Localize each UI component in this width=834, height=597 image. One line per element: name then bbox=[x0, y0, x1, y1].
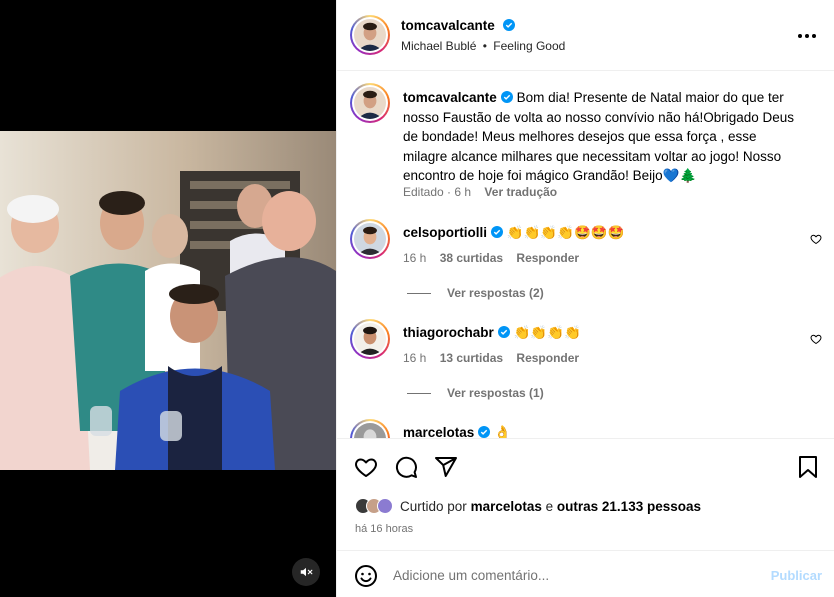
replies-divider bbox=[407, 292, 431, 294]
post-actions: Curtido por marcelotas e outras 21.133 p… bbox=[337, 438, 834, 550]
verified-badge-icon bbox=[497, 326, 510, 338]
post-side-panel: tomcavalcante Michael Bublé • Feeling Go… bbox=[336, 0, 834, 597]
post-timestamp[interactable]: há 16 horas bbox=[355, 523, 413, 535]
comment-reply-button[interactable]: Responder bbox=[516, 351, 579, 365]
liked-by-prefix: Curtido por bbox=[400, 498, 467, 514]
audio-separator: • bbox=[482, 39, 487, 53]
view-replies-button[interactable]: Ver respostas (2) bbox=[407, 286, 544, 300]
mute-toggle-button[interactable] bbox=[292, 558, 320, 586]
comments-list[interactable]: tomcavalcante Bom dia! Presente de Natal… bbox=[337, 72, 834, 438]
view-replies-button[interactable]: Ver respostas (1) bbox=[407, 386, 544, 400]
comment-likes-count[interactable]: 38 curtidas bbox=[440, 251, 503, 265]
comment-likes-count[interactable]: 13 curtidas bbox=[440, 351, 503, 365]
comment-avatar[interactable] bbox=[350, 319, 390, 359]
liked-by-user-link[interactable]: marcelotas bbox=[471, 499, 542, 514]
comment-username[interactable]: thiagorochabr bbox=[403, 325, 494, 340]
likers-avatars bbox=[355, 498, 393, 514]
comment-input[interactable] bbox=[393, 564, 743, 586]
caption-avatar[interactable] bbox=[350, 83, 390, 123]
comment-text: 👌 bbox=[494, 425, 511, 438]
comment-avatar[interactable] bbox=[350, 219, 390, 259]
emoji-picker-button[interactable] bbox=[353, 563, 379, 589]
comment-like-heart-icon[interactable] bbox=[810, 333, 822, 345]
caption-separator: · bbox=[447, 185, 452, 199]
caption-username[interactable]: tomcavalcante bbox=[403, 90, 497, 105]
caption-age: 6 h bbox=[454, 185, 472, 199]
liked-by-others-link[interactable]: outras 21.133 pessoas bbox=[557, 499, 701, 514]
more-horizontal-icon bbox=[798, 34, 816, 38]
replies-divider bbox=[407, 392, 431, 394]
comment-reply-button[interactable]: Responder bbox=[516, 251, 579, 265]
liker-avatar bbox=[377, 498, 393, 514]
comment-text: 👏👏👏👏 bbox=[513, 325, 581, 340]
verified-badge-icon bbox=[478, 426, 491, 438]
comment-row: celsoportiolli 👏👏👏👏🤩🤩🤩 bbox=[403, 223, 624, 243]
audio-track-link[interactable]: Feeling Good bbox=[493, 39, 565, 53]
post-photo bbox=[0, 131, 336, 470]
comment-row: thiagorochabr 👏👏👏👏 bbox=[403, 323, 581, 343]
verified-badge-icon bbox=[500, 91, 513, 103]
comment-avatar[interactable] bbox=[350, 419, 390, 438]
like-button[interactable] bbox=[353, 454, 379, 480]
comment-age: 16 h bbox=[403, 251, 427, 265]
comment-username[interactable]: celsoportiolli bbox=[403, 225, 487, 240]
speaker-muted-icon bbox=[300, 567, 313, 577]
heart-icon bbox=[355, 458, 377, 477]
share-button[interactable] bbox=[433, 454, 459, 480]
author-avatar[interactable] bbox=[350, 15, 390, 55]
comment-text: 👏👏👏👏🤩🤩🤩 bbox=[506, 225, 625, 240]
post-media[interactable] bbox=[0, 0, 336, 597]
audio-artist-link[interactable]: Michael Bublé bbox=[401, 39, 476, 53]
verified-badge-icon bbox=[491, 226, 504, 238]
see-translation-link[interactable]: Ver tradução bbox=[484, 185, 557, 199]
comment-composer: Publicar bbox=[337, 550, 834, 597]
likes-summary: Curtido por marcelotas e outras 21.133 p… bbox=[355, 498, 701, 514]
view-replies-label: Ver respostas (2) bbox=[447, 286, 544, 300]
save-button[interactable] bbox=[795, 454, 821, 480]
view-replies-label: Ver respostas (1) bbox=[447, 386, 544, 400]
instagram-post-dialog: tomcavalcante Michael Bublé • Feeling Go… bbox=[0, 0, 834, 597]
send-icon bbox=[435, 457, 457, 477]
comment-button[interactable] bbox=[393, 454, 419, 480]
liked-by-conjunction: e bbox=[545, 498, 554, 514]
verified-badge-icon bbox=[503, 19, 516, 31]
caption: tomcavalcante Bom dia! Presente de Natal… bbox=[403, 88, 803, 186]
more-options-button[interactable] bbox=[795, 26, 819, 46]
caption-edited-label: Editado bbox=[403, 185, 444, 199]
post-header: tomcavalcante Michael Bublé • Feeling Go… bbox=[337, 0, 834, 71]
comment-row: marcelotas 👌 bbox=[403, 423, 511, 438]
comment-icon bbox=[395, 456, 417, 478]
publish-button[interactable]: Publicar bbox=[771, 568, 822, 583]
bookmark-icon bbox=[799, 456, 817, 478]
comment-username[interactable]: marcelotas bbox=[403, 425, 474, 438]
comment-age: 16 h bbox=[403, 351, 427, 365]
comment-like-heart-icon[interactable] bbox=[810, 233, 822, 245]
author-username[interactable]: tomcavalcante bbox=[401, 18, 495, 33]
emoji-icon bbox=[355, 565, 377, 587]
